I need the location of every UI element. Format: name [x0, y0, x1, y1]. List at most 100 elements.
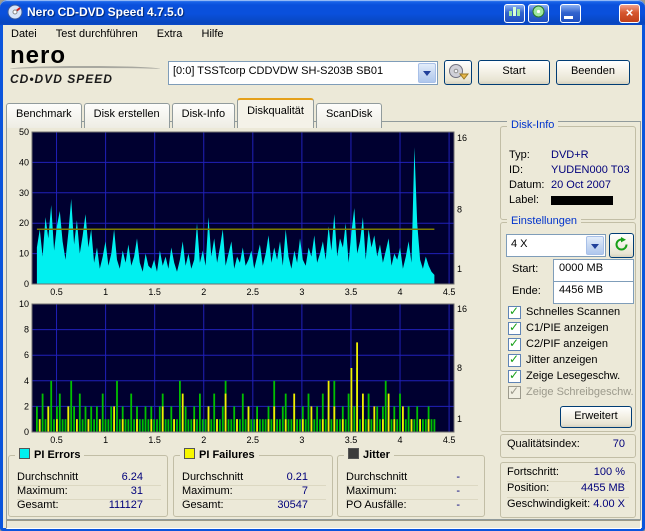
window-title: Nero CD-DVD Speed 4.7.5.0 [27, 5, 184, 19]
checkbox-schnelles-scannen[interactable]: Schnelles Scannen [508, 304, 620, 319]
start-mb-input[interactable]: 0000 MB [553, 259, 634, 282]
svg-text:3.5: 3.5 [345, 435, 358, 445]
quality-index-label: Qualitätsindex: [507, 438, 580, 450]
close-icon: × [625, 5, 634, 20]
jitter-panel: Jitter Durchschnitt - Maximum: - PO Ausfäl… [337, 448, 485, 517]
quality-index-value: 70 [612, 438, 625, 450]
checkbox-c1-pie[interactable]: C1/PIE anzeigen [508, 320, 609, 335]
stat-label: Gesamt: [17, 499, 59, 511]
advanced-button[interactable]: Erweitert [560, 406, 632, 428]
jitter-panel-title: Jitter [363, 449, 390, 461]
checkbox-schreibgeschw[interactable]: Zeige Schreibgeschw. [508, 384, 634, 399]
stat-value: - [456, 471, 460, 483]
checkbox-jitter[interactable]: Jitter anzeigen [508, 352, 598, 367]
stat-label: Maximum: [182, 485, 233, 497]
svg-text:1: 1 [103, 435, 108, 445]
pi-errors-panel: PI Errors Durchschnitt 6.24 Maximum: 31 Ge… [8, 448, 168, 517]
speed-select-arrow[interactable] [586, 236, 604, 255]
svg-text:0: 0 [24, 279, 29, 289]
eject-disc-icon [448, 64, 469, 80]
progress-group: Fortschritt: 100 % Position: 4455 MB Ges… [500, 462, 636, 518]
position-label: Position: [507, 482, 550, 494]
stat-value: - [456, 499, 460, 511]
titlebar[interactable]: Nero CD-DVD Speed 4.7.5.0 × [0, 0, 645, 25]
checkbox-c2-pif[interactable]: C2/PIF anzeigen [508, 336, 608, 351]
stat-label: Durchschnitt [17, 471, 79, 483]
svg-text:2: 2 [201, 287, 206, 297]
stat-label: Gesamt: [182, 499, 224, 511]
svg-text:50: 50 [19, 127, 29, 137]
menu-hilfe[interactable]: Hilfe [194, 25, 232, 42]
tab-scandisk[interactable]: ScanDisk [315, 103, 383, 128]
svg-text:20: 20 [19, 218, 29, 228]
pi-errors-chart: 0.5 1 1.5 2 2.5 3 3.5 4 4.5 0 10 20 30 40 50 16 8 1 [19, 127, 467, 297]
pi-errors-swatch [19, 448, 30, 459]
drive-select-value: [0:0] TSSTcorp CDDVDW SH-S203B SB01 [173, 65, 384, 77]
end-mb-label: Ende: [512, 285, 541, 297]
menu-test-durchfuehren[interactable]: Test durchführen [48, 25, 146, 42]
tab-disk-info[interactable]: Disk-Info [171, 103, 236, 128]
menu-extra[interactable]: Extra [149, 25, 191, 42]
nero-logo: nero CD•DVD SPEED [10, 42, 162, 86]
svg-text:10: 10 [19, 299, 29, 309]
disk-info-typ-row: Typ: DVD+R [509, 149, 589, 161]
position-value: 4455 MB [580, 482, 625, 494]
svg-text:6: 6 [24, 350, 29, 360]
titlebar-disc-button[interactable] [528, 4, 549, 23]
checkbox-icon [508, 304, 521, 319]
stat-value: 30547 [277, 499, 308, 511]
nero-logo-brand: nero [10, 42, 67, 69]
advanced-button-label: Erweitert [574, 410, 618, 422]
disk-info-datum-value: 20 Oct 2007 [551, 179, 611, 191]
end-mb-input[interactable]: 4456 MB [553, 281, 634, 304]
svg-text:2: 2 [24, 401, 29, 411]
disk-info-label-label: Label: [509, 194, 539, 206]
client-area: Datei Test durchführen Extra Hilfe nero … [3, 25, 642, 529]
tab-disk-erstellen[interactable]: Disk erstellen [83, 103, 170, 128]
disk-info-id-row: ID: YUDEN000 T03 [509, 164, 630, 176]
speed-label: Geschwindigkeit: [507, 498, 591, 510]
close-button[interactable]: × [619, 4, 640, 23]
svg-text:0.5: 0.5 [50, 287, 63, 297]
disc-icon [532, 5, 545, 18]
app-icon [7, 4, 23, 20]
eject-disc-button[interactable] [444, 60, 472, 85]
quit-button[interactable]: Beenden [556, 60, 630, 85]
svg-text:16: 16 [457, 304, 467, 314]
svg-text:40: 40 [19, 157, 29, 167]
checkbox-label: Jitter anzeigen [526, 354, 598, 366]
stat-label: Durchschnitt [346, 471, 408, 483]
pi-failures-panel: PI Failures Durchschnitt 0.21 Maximum: 7 G… [173, 448, 333, 517]
tab-benchmark[interactable]: Benchmark [6, 103, 82, 128]
speed-select-value: 4 X [511, 238, 528, 250]
position-row: Position: 4455 MB [507, 482, 629, 498]
minimize-icon [564, 16, 573, 19]
stat-label: Maximum: [346, 485, 397, 497]
speed-select[interactable]: 4 X [506, 234, 606, 257]
disk-info-typ-value: DVD+R [551, 149, 589, 161]
start-button[interactable]: Start [478, 60, 550, 85]
svg-text:1: 1 [457, 264, 462, 274]
svg-text:4.5: 4.5 [443, 435, 456, 445]
disk-info-label-row: Label: [509, 194, 613, 206]
menu-datei[interactable]: Datei [3, 25, 45, 42]
checkbox-lesegeschw[interactable]: Zeige Lesegeschw. [508, 368, 620, 383]
menu-bar: Datei Test durchführen Extra Hilfe [3, 25, 642, 45]
svg-text:4.5: 4.5 [443, 287, 456, 297]
svg-text:1.5: 1.5 [148, 287, 161, 297]
titlebar-chart-button[interactable] [504, 4, 525, 23]
tab-diskqualitaet[interactable]: Diskqualität [237, 98, 314, 128]
checkbox-icon [508, 336, 521, 351]
svg-text:4: 4 [24, 376, 29, 386]
minimize-button[interactable] [560, 4, 581, 23]
svg-text:1: 1 [103, 287, 108, 297]
stat-value: 0.21 [286, 471, 308, 483]
svg-text:2.5: 2.5 [247, 435, 260, 445]
drive-select[interactable]: [0:0] TSSTcorp CDDVDW SH-S203B SB01 [168, 61, 438, 85]
stat-label: Maximum: [17, 485, 68, 497]
nero-logo-product: CD•DVD SPEED [10, 72, 113, 86]
drive-select-arrow[interactable] [418, 63, 436, 83]
svg-text:1: 1 [457, 414, 462, 424]
refresh-button[interactable] [609, 233, 634, 258]
svg-text:0: 0 [24, 427, 29, 437]
